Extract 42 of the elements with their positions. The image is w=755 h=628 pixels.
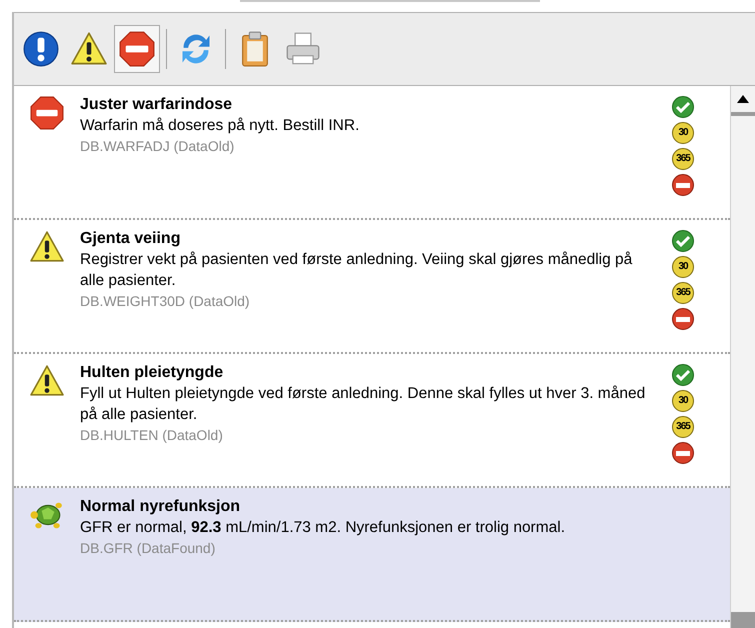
exclamation-icon [23, 31, 59, 67]
alert-title: Normal nyrefunksjon [80, 497, 240, 517]
stop-sign-icon [30, 96, 64, 130]
alert-message: Warfarin må doseres på nytt. Bestill INR. [80, 116, 360, 136]
postpone-button[interactable]: 365 [672, 416, 694, 438]
alert-message: Registrer vekt på pasienten ved første anledning. Veiing skal gjøres månedlig på alle pasienter. [80, 250, 634, 291]
accept-button[interactable] [672, 96, 694, 118]
minus-icon [676, 182, 690, 188]
postpone-button[interactable]: 365 [672, 148, 694, 170]
alert-message: GFR er normal, 92.3 mL/min/1.73 m2. Nyrefunksjonen er trolig normal. [80, 518, 566, 538]
check-icon [676, 235, 690, 247]
postpone-button[interactable]: 30 [672, 390, 694, 412]
toolbar-button[interactable] [114, 25, 160, 73]
check-icon [676, 101, 690, 113]
accept-button[interactable] [672, 230, 694, 252]
alert-title: Juster warfarindose [80, 95, 232, 115]
minus-icon [676, 450, 690, 456]
alert-source: DB.GFR (DataFound) [80, 539, 216, 558]
check-icon [676, 369, 690, 381]
scroll-thumb[interactable] [731, 612, 755, 628]
alert-title: Hulten pleietyngde [80, 363, 224, 383]
alert-source: DB.HULTEN (DataOld) [80, 426, 223, 445]
reject-button[interactable] [672, 174, 694, 196]
up-arrow-icon [737, 95, 749, 103]
printer-icon [285, 31, 321, 67]
stop-sign-icon [119, 31, 155, 67]
warning-icon [30, 230, 64, 264]
alert-row[interactable]: Normal nyrefunksjon GFR er normal, 92.3 mL/min/1.73 m2. Nyrefunksjonen er trolig normal. DB.GFR (DataFound) [14, 488, 730, 622]
reject-button[interactable] [672, 308, 694, 330]
minus-icon [676, 316, 690, 322]
alert-source: DB.WARFADJ (DataOld) [80, 137, 234, 156]
warning-icon [71, 31, 107, 67]
postpone-button[interactable]: 365 [672, 282, 694, 304]
alert-source: DB.WEIGHT30D (DataOld) [80, 292, 250, 311]
alert-title: Gjenta veiing [80, 229, 180, 249]
accept-button[interactable] [672, 364, 694, 386]
reject-button[interactable] [672, 442, 694, 464]
postpone-button[interactable]: 30 [672, 256, 694, 278]
postpone-button[interactable]: 30 [672, 122, 694, 144]
scrollbar[interactable] [730, 86, 755, 628]
alert-message: Fyll ut Hulten pleietyngde ved første anledning. Denne skal fylles ut hver 3. måned på alle pasienter. [80, 384, 646, 425]
warning-icon [30, 364, 64, 398]
